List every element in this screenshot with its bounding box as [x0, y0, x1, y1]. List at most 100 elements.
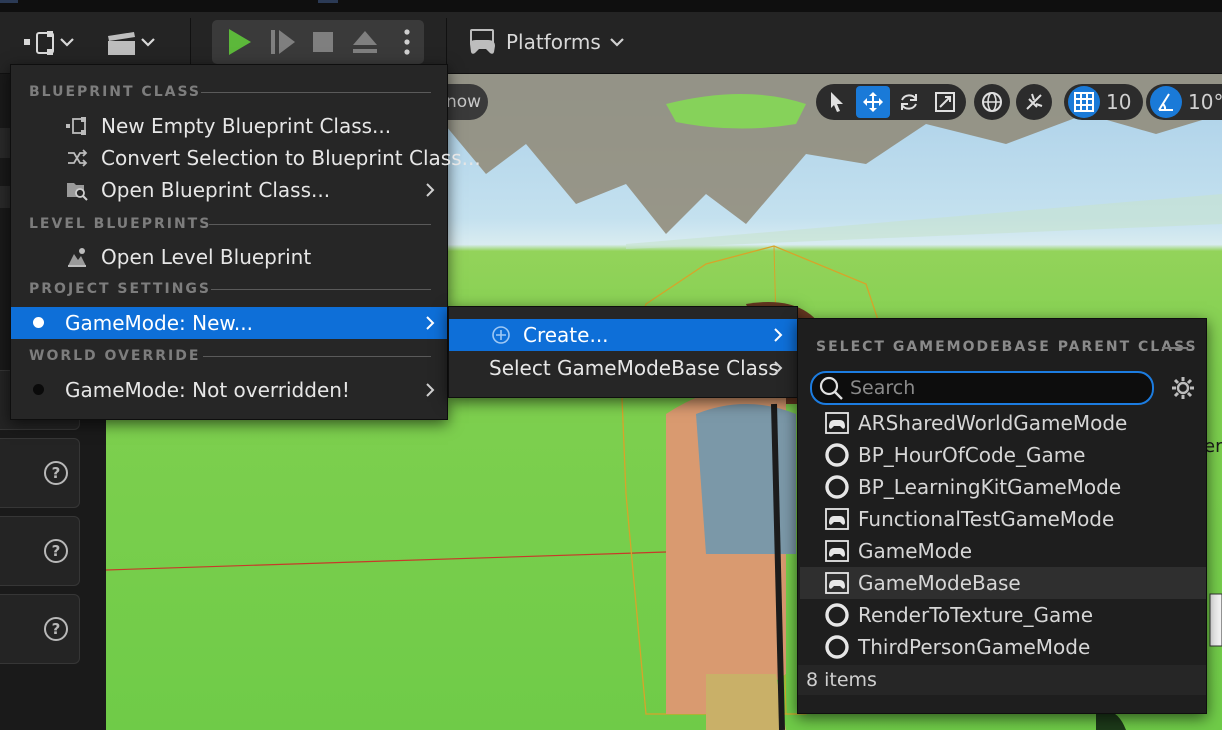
more-vertical-icon: [404, 29, 410, 55]
menu-item-open-level-blueprint[interactable]: Open Level Blueprint: [11, 241, 447, 273]
menu-item-label: GameMode: New...: [65, 311, 253, 335]
status-dot: [33, 384, 44, 395]
class-list-item[interactable]: BP_HourOfCode_Game: [800, 439, 1206, 471]
rotation-snap-toggle[interactable]: [1150, 86, 1182, 118]
surface-snap-icon: [1026, 93, 1043, 110]
search-icon: [819, 376, 843, 400]
platforms-button[interactable]: Platforms: [468, 26, 625, 58]
platforms-icon: [470, 29, 495, 54]
surface-snapping-toggle[interactable]: [1016, 84, 1052, 120]
class-name: BP_LearningKitGameMode: [858, 475, 1122, 499]
menu-item-gamemode-new[interactable]: GameMode: New...: [11, 307, 447, 339]
blueprint-circle-icon: [824, 474, 850, 500]
select-tool[interactable]: [820, 86, 854, 118]
class-list-item[interactable]: ThirdPersonGameMode: [800, 631, 1206, 663]
chevron-right-icon: [423, 316, 437, 330]
panel-fragment: [0, 186, 10, 208]
scale-tool[interactable]: [928, 86, 962, 118]
menu-item-open-blueprint-class[interactable]: Open Blueprint Class...: [11, 174, 447, 206]
menu-item-create[interactable]: Create...: [449, 319, 797, 351]
stop-button[interactable]: [306, 24, 340, 60]
world-local-toggle[interactable]: [974, 84, 1010, 120]
play-icon: [229, 29, 251, 55]
level-blueprint-icon: [65, 245, 89, 269]
menu-item-label: Create...: [523, 323, 609, 347]
divider: [211, 289, 431, 290]
class-list: ARSharedWorldGameMode BP_HourOfCode_Game B…: [800, 407, 1206, 663]
help-icon[interactable]: ?: [44, 539, 68, 563]
gear-icon: [1172, 377, 1194, 399]
gamepad-icon: [824, 506, 850, 532]
blueprint-icon: [24, 31, 74, 55]
gamemode-submenu: Create... Select GameModeBase Class: [448, 306, 798, 398]
help-icon[interactable]: ?: [44, 617, 68, 641]
grid-snap-toggle[interactable]: [1068, 86, 1100, 118]
chevron-right-icon: [423, 383, 437, 397]
minimize-icon[interactable]: [1162, 347, 1188, 349]
menu-item-label: Convert Selection to Blueprint Class...: [101, 146, 481, 170]
search-input[interactable]: [850, 377, 1140, 399]
menu-item-label: New Empty Blueprint Class...: [101, 114, 392, 138]
menu-item-gamemode-not-overridden[interactable]: GameMode: Not overridden!: [11, 374, 447, 406]
cinematics-menu-button[interactable]: [104, 28, 162, 58]
menu-item-convert-selection[interactable]: Convert Selection to Blueprint Class...: [11, 142, 481, 174]
viewport-show-button[interactable]: now: [442, 84, 488, 120]
title-strip: [0, 0, 1222, 12]
menu-item-new-empty-blueprint[interactable]: New Empty Blueprint Class...: [11, 110, 447, 142]
folder-search-icon: [65, 178, 89, 202]
toolbar-separator: [190, 18, 191, 66]
class-list-item[interactable]: GameMode: [800, 535, 1206, 567]
class-list-item[interactable]: RenderToTexture_Game: [800, 599, 1206, 631]
help-icon[interactable]: ?: [44, 461, 68, 485]
transform-tools: [816, 84, 966, 120]
class-name: GameModeBase: [858, 571, 1021, 595]
search-field[interactable]: [810, 371, 1154, 405]
eject-icon: [353, 31, 377, 53]
section-header-label: BLUEPRINT CLASS: [29, 84, 201, 100]
section-header-label: LEVEL BLUEPRINTS: [29, 216, 212, 232]
rotate-tool[interactable]: [892, 86, 926, 118]
blueprint-menu-button[interactable]: [18, 28, 80, 58]
class-list-item[interactable]: ARSharedWorldGameMode: [800, 407, 1206, 439]
class-picker-panel: SELECT GAMEMODEBASE PARENT CLASS ARShare…: [797, 318, 1207, 714]
toolbar-separator: [446, 18, 447, 66]
rotation-snap-control[interactable]: 10°: [1146, 84, 1222, 120]
divider: [201, 92, 431, 93]
picker-footer: [798, 695, 1206, 713]
rotate-icon: [901, 94, 917, 110]
class-list-item[interactable]: FunctionalTestGameMode: [800, 503, 1206, 535]
chevron-right-icon: [771, 328, 785, 342]
play-options-button[interactable]: [394, 24, 420, 60]
move-icon: [863, 92, 883, 112]
item-count: 8 items: [798, 665, 1206, 695]
divider: [209, 224, 431, 225]
divider: [203, 356, 431, 357]
section-header-blueprint-class: BLUEPRINT CLASS: [29, 82, 201, 102]
class-list-item[interactable]: GameModeBase: [800, 567, 1206, 599]
cursor-icon: [831, 92, 843, 112]
details-block: ?: [0, 516, 80, 586]
status-dot: [33, 317, 44, 328]
blueprint-circle-icon: [824, 602, 850, 628]
picker-title: SELECT GAMEMODEBASE PARENT CLASS: [816, 339, 1198, 355]
grid-snap-control[interactable]: 10: [1064, 84, 1144, 120]
menu-item-select-gamemodebase-class[interactable]: Select GameModeBase Class: [449, 352, 797, 384]
tab-indicator: [0, 0, 18, 3]
translate-tool[interactable]: [856, 86, 890, 118]
view-options-button[interactable]: [1170, 375, 1196, 401]
grid-icon: [1074, 92, 1094, 112]
eject-button[interactable]: [346, 24, 384, 60]
blueprint-circle-icon: [824, 442, 850, 468]
class-list-item[interactable]: BP_LearningKitGameMode: [800, 471, 1206, 503]
blueprint-dropdown-menu: BLUEPRINT CLASS New Empty Blueprint Clas…: [10, 64, 481, 420]
angle-icon: [1158, 93, 1173, 111]
class-name: FunctionalTestGameMode: [858, 507, 1115, 531]
grid-snap-value[interactable]: 10: [1102, 90, 1139, 114]
new-blueprint-icon: [65, 114, 89, 138]
class-name: RenderToTexture_Game: [858, 603, 1094, 627]
class-name: ARSharedWorldGameMode: [858, 411, 1128, 435]
play-button[interactable]: [222, 24, 256, 60]
rotation-snap-value[interactable]: 10°: [1184, 90, 1222, 114]
step-button[interactable]: [264, 24, 300, 60]
section-header-label: WORLD OVERRIDE: [29, 348, 201, 364]
